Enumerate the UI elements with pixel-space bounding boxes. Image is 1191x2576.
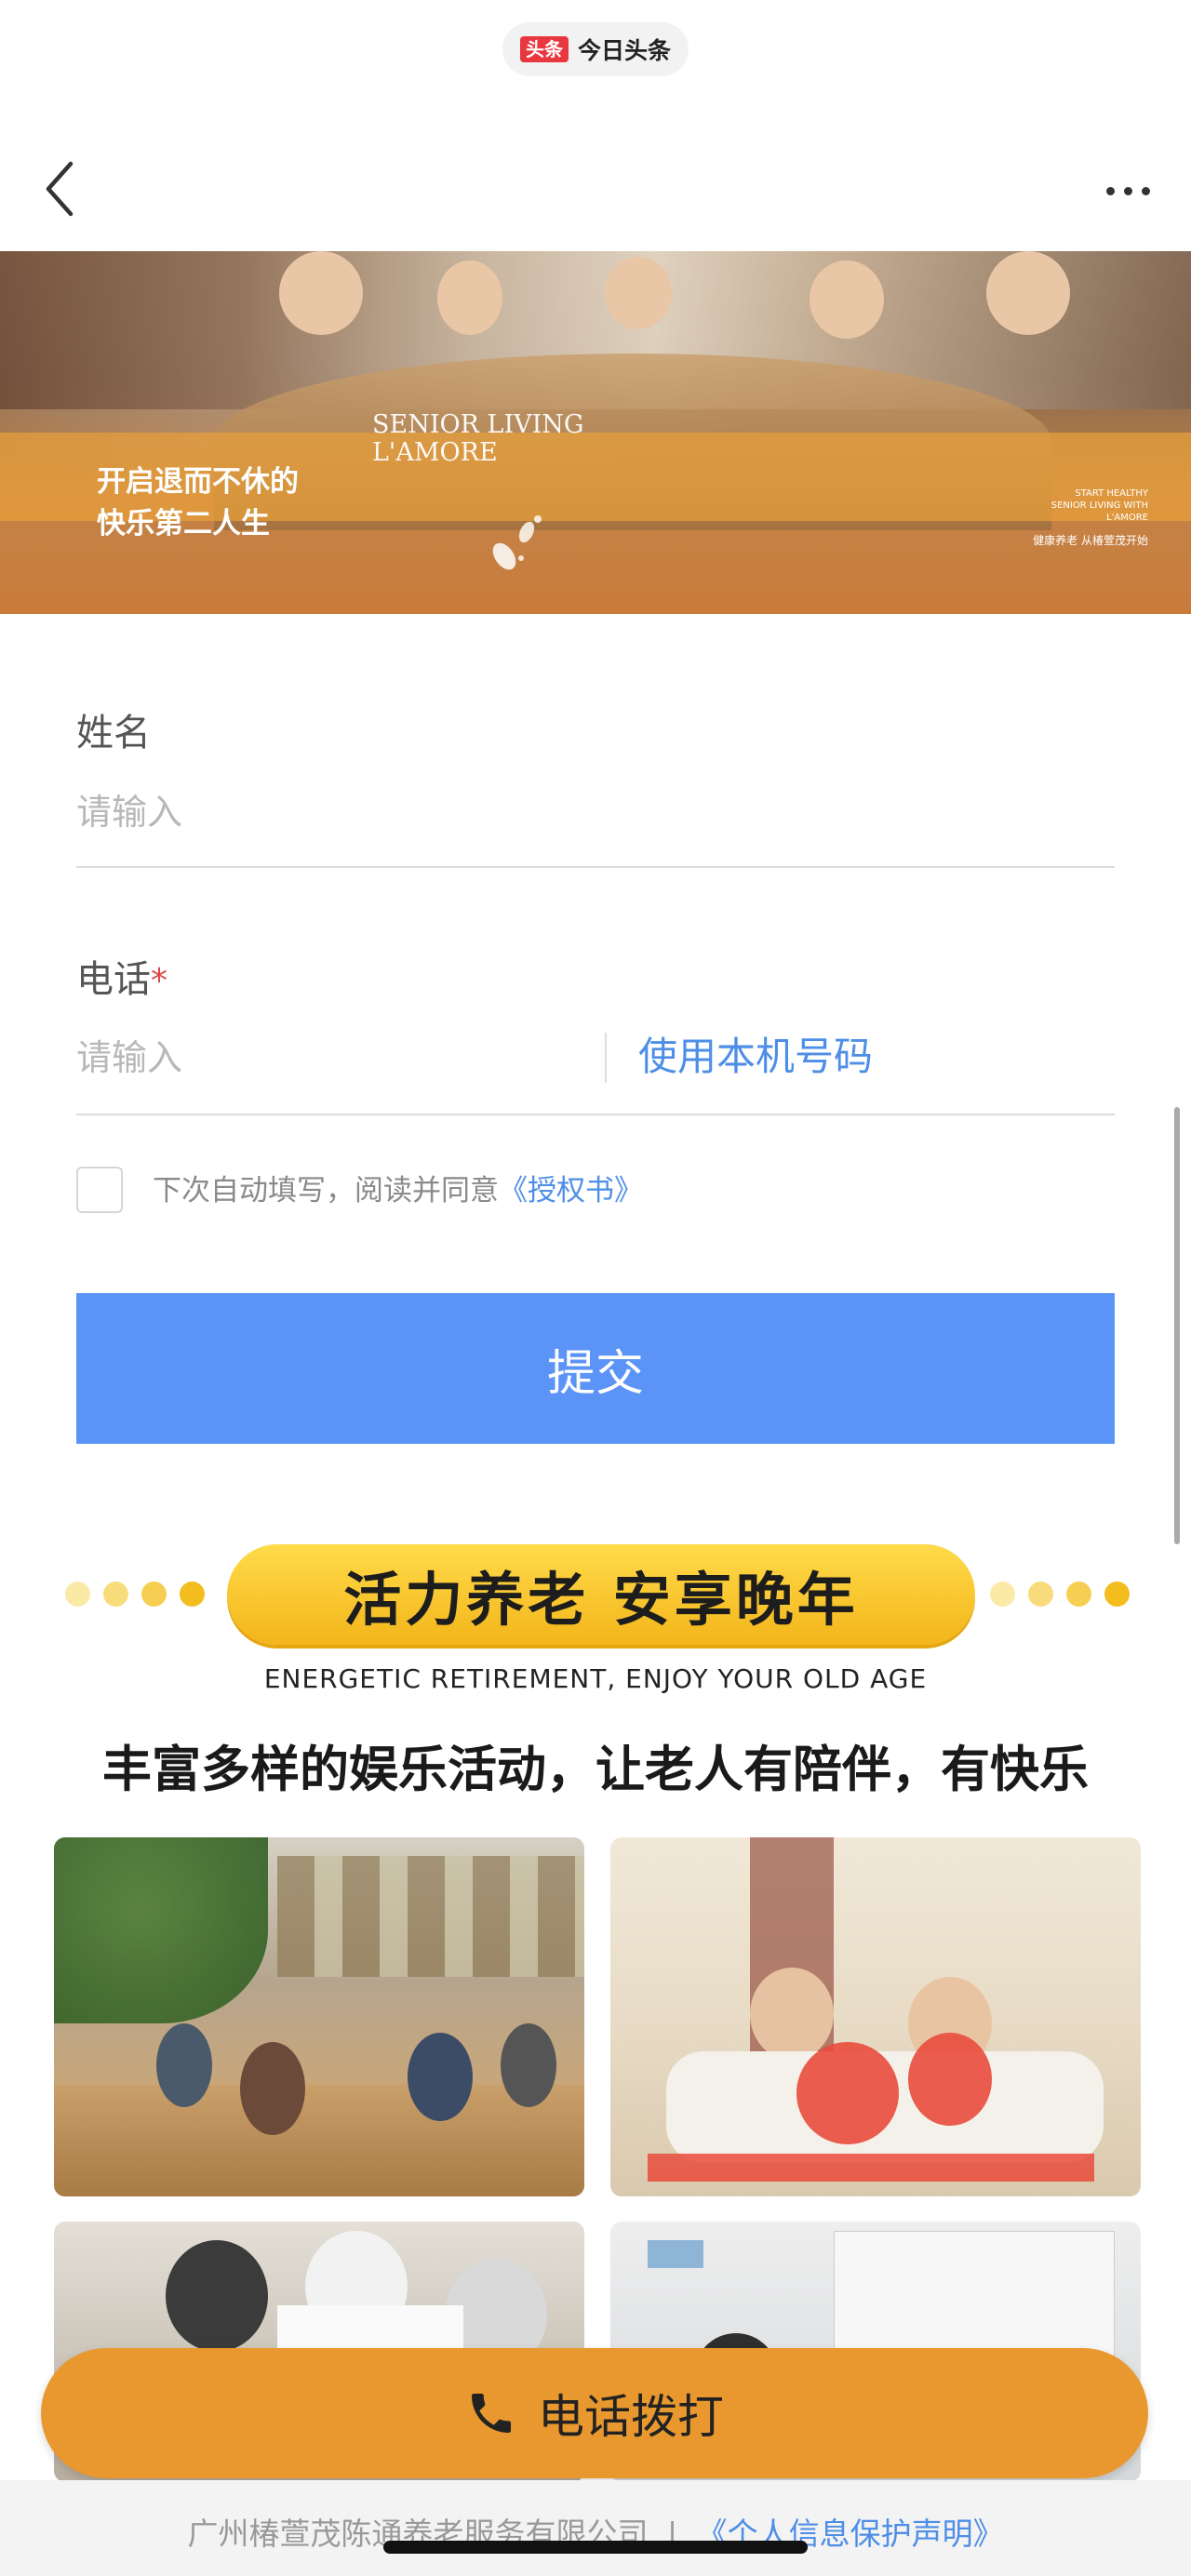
agreement-label: 下次自动填写，阅读并同意 — [153, 1174, 499, 1208]
dot-icon — [65, 1582, 90, 1607]
slogan-english: ENERGETIC RETIREMENT, ENJOY YOUR OLD AGE — [263, 1663, 928, 1694]
hero-person — [605, 257, 672, 329]
dot-icon — [1104, 1582, 1130, 1607]
phone-label: 电话* — [76, 949, 167, 1003]
dot-icon — [103, 1582, 128, 1607]
source-badge: 头条 今日头条 — [502, 22, 689, 76]
submit-button[interactable]: 提交 — [76, 1293, 1115, 1444]
authorization-link[interactable]: 《授权书》 — [499, 1174, 643, 1208]
use-device-number-button[interactable]: 使用本机号码 — [638, 1029, 873, 1085]
source-name: 今日头条 — [577, 37, 671, 64]
hero-tagline: START HEALTHY SENIOR LIVING WITH L'AMORE — [1050, 488, 1148, 523]
name-input[interactable] — [76, 780, 1115, 845]
hero-person — [986, 251, 1070, 335]
photo-windows — [277, 1856, 584, 1977]
photo-person — [166, 2240, 268, 2352]
papercut-strip — [648, 2154, 1094, 2182]
leaf-icon — [492, 515, 542, 570]
hero-title: 开启退而不休的 快乐第二人生 — [97, 461, 299, 545]
slogan-dots-right — [990, 1582, 1130, 1607]
papercut-icon — [908, 2033, 992, 2126]
scrollbar[interactable] — [1174, 1107, 1180, 1544]
hero-brand-line: SENIOR LIVING — [372, 410, 584, 439]
photo-floor — [54, 2085, 584, 2196]
photo-person — [156, 2023, 212, 2107]
agreement-text: 下次自动填写，阅读并同意《授权书》 — [153, 1168, 643, 1213]
activities-headline: 丰富多样的娱乐活动，让老人有陪伴，有快乐 — [102, 1742, 1089, 1798]
phone-divider — [76, 1114, 1115, 1115]
phone-label-text: 电话 — [76, 958, 151, 1001]
phone-icon — [472, 2394, 511, 2433]
call-button[interactable]: 电话拨打 — [41, 2348, 1148, 2478]
photo-sign — [648, 2240, 703, 2268]
home-indicator — [383, 2541, 808, 2554]
phone-separator — [605, 1033, 607, 1083]
slogan-text: 活力养老 安享晚年 — [343, 1566, 859, 1634]
activity-photo-lounge — [54, 1837, 584, 2196]
papercut-icon — [796, 2042, 899, 2144]
hero-title-line: 快乐第二人生 — [97, 507, 270, 541]
hero-brand: SENIOR LIVING L'AMORE — [372, 411, 584, 467]
hero-subtitle: 健康养老 从椿萱茂开始 — [1033, 534, 1148, 547]
call-label: 电话拨打 — [538, 2390, 724, 2444]
photo-person — [408, 2033, 473, 2121]
name-label: 姓名 — [76, 712, 151, 754]
chevron-left-icon — [46, 161, 74, 217]
dot-icon — [990, 1582, 1015, 1607]
more-options-button[interactable] — [1091, 167, 1165, 214]
dot-icon — [180, 1582, 205, 1607]
hero-person — [810, 260, 884, 339]
hero-brand-line: L'AMORE — [372, 438, 498, 467]
photo-tree — [54, 1837, 268, 2023]
dot-icon — [1028, 1582, 1053, 1607]
hero-person — [437, 260, 502, 335]
activity-photo-papercut — [610, 1837, 1141, 2196]
photo-person — [750, 1968, 834, 2061]
name-divider — [76, 866, 1115, 868]
phone-input[interactable] — [76, 1025, 579, 1090]
dot-icon — [141, 1582, 167, 1607]
hero-banner: 开启退而不休的 快乐第二人生 SENIOR LIVING L'AMORE STA… — [0, 251, 1191, 614]
more-dot-icon — [1123, 186, 1132, 195]
hero-person — [279, 251, 363, 335]
more-dot-icon — [1105, 186, 1115, 195]
auto-fill-checkbox[interactable] — [76, 1167, 123, 1213]
required-marker: * — [151, 962, 167, 1000]
dot-icon — [1066, 1582, 1091, 1607]
slogan-banner: 活力养老 安享晚年 — [227, 1544, 975, 1645]
photo-person — [240, 2042, 305, 2135]
toutiao-logo: 头条 — [519, 36, 569, 62]
slogan-dots-left — [65, 1582, 205, 1607]
hero-title-line: 开启退而不休的 — [97, 465, 299, 499]
back-button[interactable] — [37, 156, 84, 221]
photo-person — [501, 2023, 556, 2107]
more-dot-icon — [1141, 186, 1150, 195]
